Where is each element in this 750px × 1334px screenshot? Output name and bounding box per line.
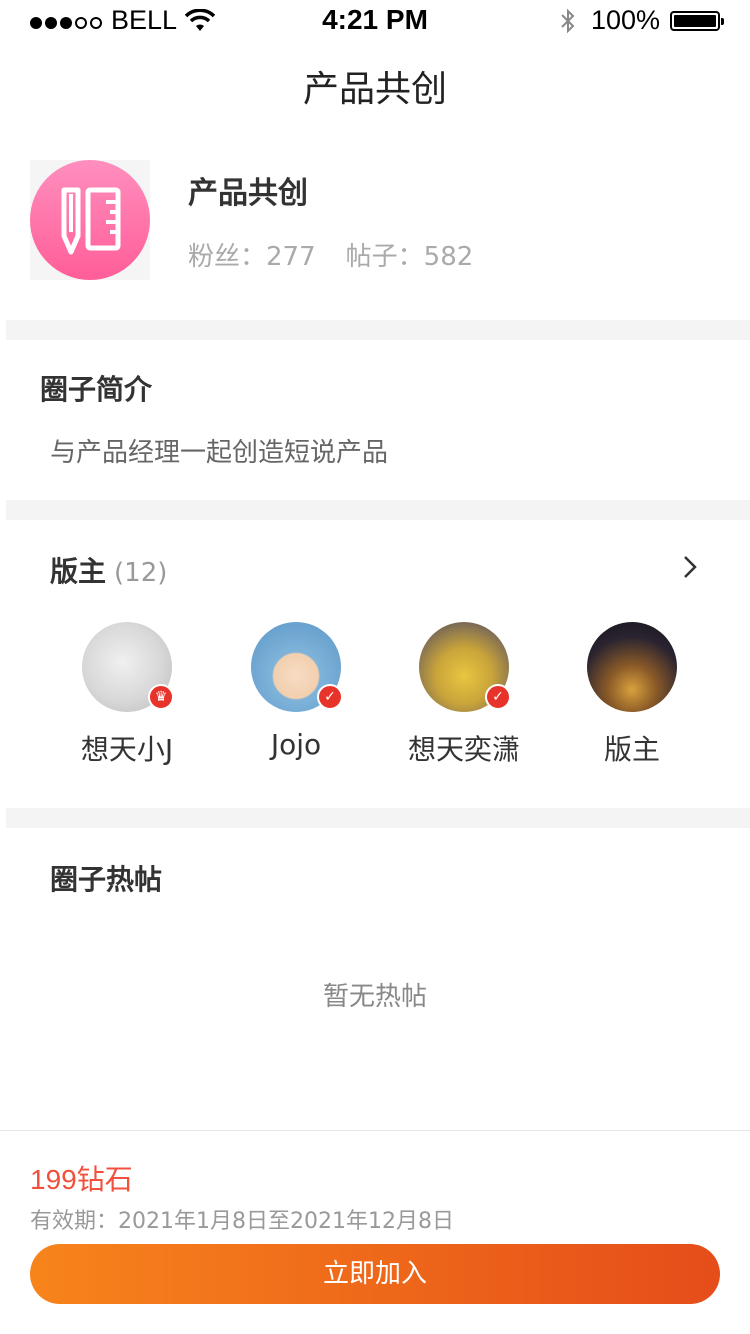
section-divider [6, 320, 750, 340]
battery-percent: 100% [590, 5, 660, 35]
moderator-name: Jojo [270, 728, 322, 761]
empty-state-text: 暂无热帖 [322, 982, 427, 1012]
join-button[interactable]: 立即加入 [30, 1244, 720, 1304]
verified-badge-icon: ✓ [317, 684, 343, 710]
moderator-name: 版主 [603, 733, 660, 766]
posts-label: 帖子： [345, 242, 424, 272]
fans-label: 粉丝： [188, 242, 267, 272]
avatar [587, 622, 677, 712]
moderator-item[interactable]: ♛ 想天小J [62, 622, 192, 768]
price: 199钻石 [30, 1164, 133, 1195]
footer-divider [0, 1130, 750, 1131]
section-divider [6, 500, 750, 520]
moderators-count: (12) [114, 558, 168, 588]
battery-icon [670, 10, 724, 31]
circle-logo [30, 160, 150, 280]
moderator-item[interactable]: 版主 [567, 622, 697, 768]
avatar: ♛ [82, 622, 174, 712]
moderators-header[interactable]: 版主 (12) [50, 550, 167, 590]
status-bar: BELL 4:21 PM 100% [0, 0, 750, 40]
ruler-pencil-icon [30, 160, 150, 280]
moderator-item[interactable]: ✓ 想天奕潇 [399, 622, 529, 768]
status-right: 100% [559, 5, 724, 36]
bluetooth-icon [561, 8, 575, 33]
moderator-name: 想天奕潇 [407, 733, 520, 766]
chevron-right-icon[interactable] [680, 552, 700, 582]
verified-badge-icon: ✓ [485, 684, 511, 710]
moderator-item[interactable]: ✓ Jojo [231, 622, 361, 761]
moderator-name: 想天小J [80, 733, 174, 766]
avatar: ✓ [419, 622, 511, 712]
circle-name: 产品共创 [188, 176, 308, 211]
validity-period: 有效期：2021年1月8日至2021年12月8日 [30, 1209, 454, 1234]
page-title: 产品共创 [302, 69, 447, 110]
fans-count: 277 [266, 242, 316, 272]
intro-title: 圈子简介 [40, 373, 153, 406]
moderators-title: 版主 [50, 555, 107, 588]
avatar: ✓ [251, 622, 343, 712]
moderator-badge-icon: ♛ [148, 684, 174, 710]
section-divider [6, 808, 750, 828]
intro-text: 与产品经理一起创造短说产品 [50, 438, 389, 468]
circle-stats: 粉丝：277 帖子：582 [188, 236, 473, 273]
hot-posts-title: 圈子热帖 [50, 863, 163, 896]
posts-count: 582 [423, 242, 474, 272]
